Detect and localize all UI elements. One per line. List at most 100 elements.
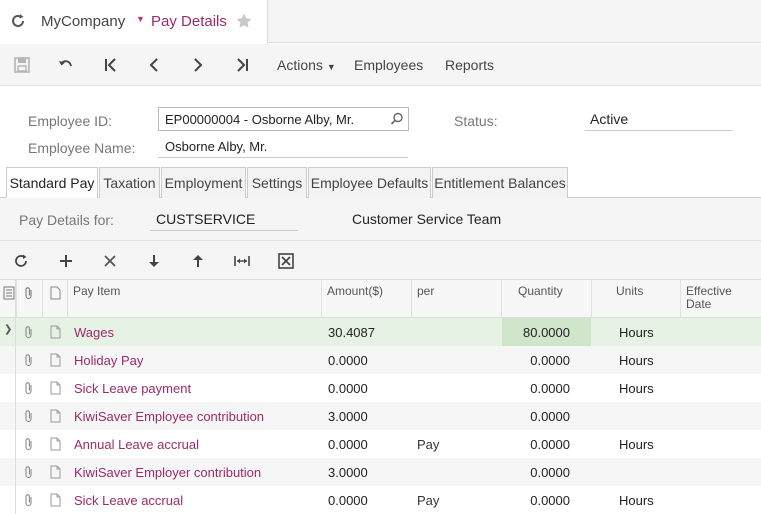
move-up-icon[interactable] [189, 252, 207, 270]
table-row[interactable]: Holiday Pay 0.0000 0.0000 Hours [0, 346, 761, 374]
refresh-icon[interactable] [9, 12, 27, 30]
actions-label: Actions [277, 57, 323, 73]
row-selector-icon[interactable] [3, 286, 15, 300]
tab-entitlement-balances[interactable]: Entitlement Balances [432, 167, 568, 198]
title-bar: MyCompany ▼ Pay Details [0, 0, 761, 44]
note-icon[interactable] [50, 353, 61, 367]
pay-details-label: Pay Details for: [19, 212, 114, 228]
actions-menu[interactable]: Actions ▼ [277, 57, 336, 73]
pay-item-cell[interactable]: KiwiSaver Employee contribution [74, 402, 264, 430]
reports-button[interactable]: Reports [445, 57, 494, 73]
export-excel-icon[interactable] [277, 252, 295, 270]
table-row[interactable]: Sick Leave payment 0.0000 0.0000 Hours [0, 374, 761, 402]
status-label: Status: [454, 113, 498, 129]
pay-item-cell[interactable]: KiwiSaver Employer contribution [74, 458, 261, 486]
pay-item-cell[interactable]: Sick Leave payment [74, 374, 191, 402]
per-column-header[interactable]: per [411, 280, 501, 318]
tab-taxation[interactable]: Taxation [99, 167, 160, 198]
effective-date-header-line2: Date [686, 297, 712, 311]
attachment-icon[interactable] [23, 493, 35, 507]
screen-tab: MyCompany ▼ Pay Details [0, 0, 268, 44]
amount-cell[interactable]: 3.0000 [328, 402, 368, 430]
add-row-icon[interactable] [57, 252, 75, 270]
units-cell[interactable]: Hours [619, 430, 654, 458]
effective-date-column-header[interactable]: Effective Date [680, 280, 761, 318]
attachment-icon[interactable] [23, 465, 35, 479]
units-cell[interactable]: Hours [619, 486, 654, 514]
amount-column-header[interactable]: Amount($) [321, 280, 411, 318]
previous-record-icon[interactable] [145, 56, 163, 74]
search-icon[interactable] [390, 112, 404, 126]
grid-refresh-icon[interactable] [12, 252, 30, 270]
table-row[interactable]: ❯ Wages 30.4087 80.0000 Hours [0, 318, 761, 346]
favorite-star-icon[interactable] [235, 12, 253, 30]
pay-item-column-header[interactable]: Pay Item [67, 280, 321, 318]
note-icon[interactable] [50, 325, 61, 339]
pay-details-description: Customer Service Team [352, 211, 502, 227]
note-icon[interactable] [50, 437, 61, 451]
employee-name-value: Osborne Alby, Mr. [165, 139, 268, 154]
quantity-cell[interactable]: 0.0000 [502, 402, 591, 430]
tab-standard-pay[interactable]: Standard Pay [6, 167, 98, 199]
quantity-cell[interactable]: 0.0000 [502, 458, 591, 486]
units-cell[interactable]: Hours [619, 346, 654, 374]
attachment-icon[interactable] [23, 437, 35, 451]
grid-header: Pay Item Amount($) per Quantity Units Ef… [0, 280, 761, 318]
table-row[interactable]: KiwiSaver Employee contribution 3.0000 0.0… [0, 402, 761, 430]
employee-id-input[interactable]: EP00000004 - Osborne Alby, Mr. [158, 107, 409, 131]
quantity-cell[interactable]: 0.0000 [502, 346, 591, 374]
quantity-cell[interactable]: 0.0000 [502, 486, 591, 514]
pay-details-code[interactable]: CUSTSERVICE [156, 211, 255, 227]
quantity-cell[interactable]: 0.0000 [502, 374, 591, 402]
attachment-icon[interactable] [23, 325, 35, 339]
amount-cell[interactable]: 30.4087 [328, 318, 375, 346]
quantity-column-header[interactable]: Quantity [501, 280, 591, 318]
employee-name-label: Employee Name: [28, 140, 136, 156]
first-record-icon[interactable] [102, 56, 120, 74]
employees-button[interactable]: Employees [354, 57, 423, 73]
employee-id-value: EP00000004 - Osborne Alby, Mr. [165, 112, 355, 127]
note-icon[interactable] [50, 465, 61, 479]
attachment-column-header [16, 280, 42, 318]
delete-row-icon[interactable] [101, 252, 119, 270]
quantity-cell[interactable]: 0.0000 [502, 430, 591, 458]
amount-cell[interactable]: 3.0000 [328, 458, 368, 486]
tab-employee-defaults[interactable]: Employee Defaults [308, 167, 431, 198]
tab-employment[interactable]: Employment [161, 167, 246, 198]
current-row-indicator-icon: ❯ [4, 324, 13, 335]
table-row[interactable]: KiwiSaver Employer contribution 3.0000 0.0… [0, 458, 761, 486]
amount-cell[interactable]: 0.0000 [328, 486, 368, 514]
pay-item-cell[interactable]: Wages [74, 318, 114, 346]
pay-item-cell[interactable]: Annual Leave accrual [74, 430, 199, 458]
units-cell[interactable]: Hours [619, 318, 654, 346]
save-icon[interactable] [13, 56, 31, 74]
last-record-icon[interactable] [233, 56, 251, 74]
amount-cell[interactable]: 0.0000 [328, 374, 368, 402]
next-record-icon[interactable] [189, 56, 207, 74]
screen-title: Pay Details [151, 13, 227, 30]
amount-cell[interactable]: 0.0000 [328, 346, 368, 374]
quantity-cell[interactable]: 80.0000 [502, 318, 591, 346]
undo-icon[interactable] [57, 56, 75, 74]
attachment-icon[interactable] [23, 353, 35, 367]
table-row[interactable]: Sick Leave accrual 0.0000 Pay 0.0000 Hours [0, 486, 761, 514]
tab-settings[interactable]: Settings [247, 167, 307, 198]
move-down-icon[interactable] [145, 252, 163, 270]
amount-cell[interactable]: 0.0000 [328, 430, 368, 458]
note-icon[interactable] [50, 493, 61, 507]
pay-item-cell[interactable]: Holiday Pay [74, 346, 143, 374]
units-column-header[interactable]: Units [591, 280, 680, 318]
attachment-icon[interactable] [23, 409, 35, 423]
grid-left-gutter [15, 280, 16, 514]
per-cell[interactable]: Pay [417, 486, 439, 514]
note-icon[interactable] [50, 381, 61, 395]
fit-columns-icon[interactable] [233, 252, 251, 270]
pay-item-cell[interactable]: Sick Leave accrual [74, 486, 183, 514]
status-value[interactable]: Active [590, 111, 628, 127]
attachment-icon[interactable] [23, 381, 35, 395]
per-cell[interactable]: Pay [417, 430, 439, 458]
units-cell[interactable]: Hours [619, 374, 654, 402]
table-row[interactable]: Annual Leave accrual 0.0000 Pay 0.0000 Hours [0, 430, 761, 458]
company-name[interactable]: MyCompany [41, 13, 125, 30]
note-icon[interactable] [50, 409, 61, 423]
